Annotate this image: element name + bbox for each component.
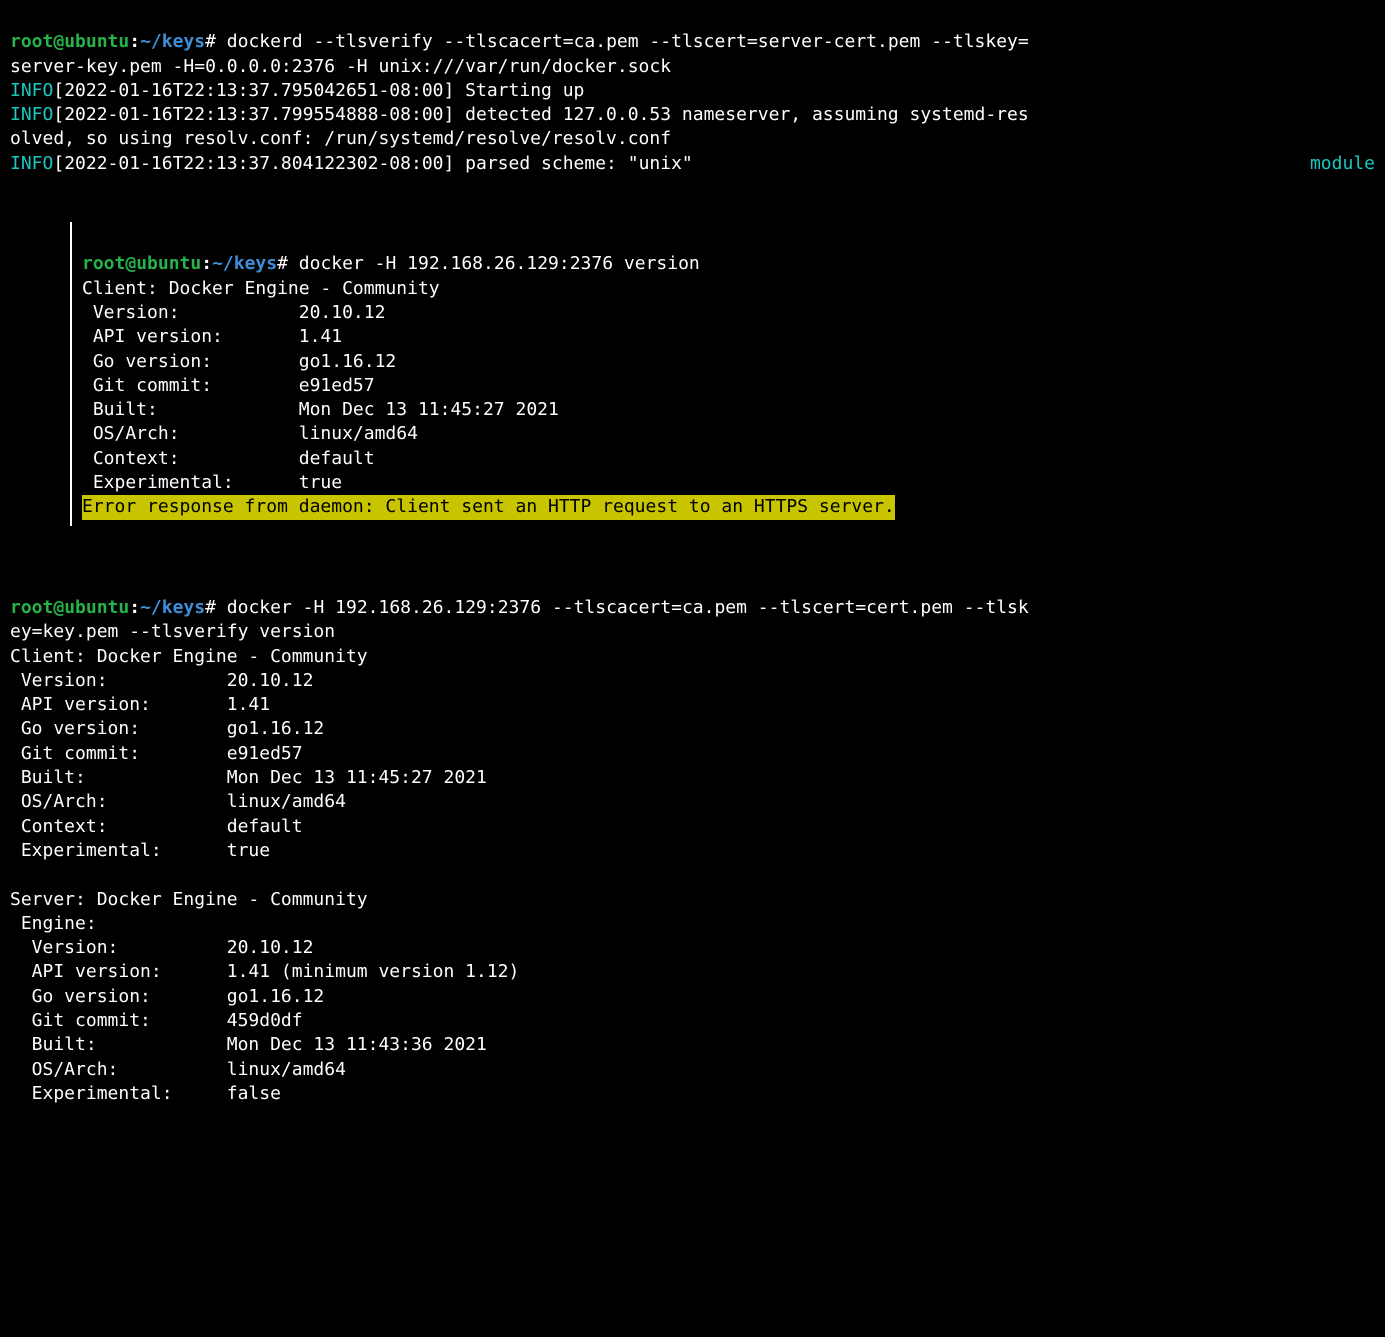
prompt-user: root <box>10 31 53 52</box>
terminal-block-3[interactable]: root@ubuntu:~/keys# docker -H 192.168.26… <box>0 566 1385 1113</box>
row-go: Go version: go1.16.12 <box>82 351 396 372</box>
error-line: Error response from daemon: Client sent … <box>82 495 895 519</box>
server-header: Server: Docker Engine - Community <box>10 889 368 910</box>
module-label: module <box>1310 152 1375 176</box>
cmd-line-2: ey=key.pem --tlsverify version <box>10 621 335 642</box>
server-api: API version: 1.41 (minimum version 1.12) <box>10 961 519 982</box>
client-git: Git commit: e91ed57 <box>10 743 303 764</box>
server-go: Go version: go1.16.12 <box>10 986 324 1007</box>
prompt-colon: : <box>129 597 140 618</box>
client-osarch: OS/Arch: linux/amd64 <box>10 791 346 812</box>
prompt-hash: # <box>205 31 216 52</box>
client-header: Client: Docker Engine - Community <box>82 278 440 299</box>
prompt-user: root <box>82 253 125 274</box>
prompt: root@ubuntu:~/keys# <box>82 253 288 274</box>
prompt-at: @ <box>53 31 64 52</box>
prompt-hash: # <box>277 253 288 274</box>
info-msg: parsed scheme: "unix" <box>465 153 693 174</box>
prompt: root@ubuntu:~/keys# <box>10 597 216 618</box>
prompt-host: ubuntu <box>64 31 129 52</box>
server-osarch: OS/Arch: linux/amd64 <box>10 1059 346 1080</box>
server-version: Version: 20.10.12 <box>10 937 313 958</box>
info-cont: olved, so using resolv.conf: /run/system… <box>10 128 671 149</box>
info-label: INFO <box>10 80 53 101</box>
prompt-hash: # <box>205 597 216 618</box>
prompt-user: root <box>10 597 53 618</box>
server-built: Built: Mon Dec 13 11:43:36 2021 <box>10 1034 487 1055</box>
cmd-line-2: server-key.pem -H=0.0.0.0:2376 -H unix:/… <box>10 56 671 77</box>
prompt: root@ubuntu:~/keys# <box>10 31 216 52</box>
info-ts: [2022-01-16T22:13:37.804122302-08:00] <box>53 153 465 174</box>
prompt-colon: : <box>129 31 140 52</box>
engine-header: Engine: <box>10 913 97 934</box>
prompt-path: ~/keys <box>140 597 205 618</box>
client-api: API version: 1.41 <box>10 694 270 715</box>
prompt-path: ~/keys <box>140 31 205 52</box>
row-experimental: Experimental: true <box>82 472 342 493</box>
row-osarch: OS/Arch: linux/amd64 <box>82 423 418 444</box>
info-ts: [2022-01-16T22:13:37.799554888-08:00] <box>53 104 465 125</box>
prompt-at: @ <box>53 597 64 618</box>
client-built: Built: Mon Dec 13 11:45:27 2021 <box>10 767 487 788</box>
row-git: Git commit: e91ed57 <box>82 375 375 396</box>
prompt-colon: : <box>201 253 212 274</box>
info-msg: detected 127.0.0.53 nameserver, assuming… <box>465 104 1029 125</box>
cmd-line: docker -H 192.168.26.129:2376 version <box>288 253 700 274</box>
server-experimental: Experimental: false <box>10 1083 281 1104</box>
info-label: INFO <box>10 153 53 174</box>
prompt-host: ubuntu <box>64 597 129 618</box>
terminal-block-1[interactable]: root@ubuntu:~/keys# dockerd --tlsverify … <box>0 0 1385 182</box>
info-ts: [2022-01-16T22:13:37.795042651-08:00] <box>53 80 465 101</box>
prompt-path: ~/keys <box>212 253 277 274</box>
cmd-line-1: docker -H 192.168.26.129:2376 --tlscacer… <box>216 597 1029 618</box>
row-context: Context: default <box>82 448 375 469</box>
row-version: Version: 20.10.12 <box>82 302 385 323</box>
client-experimental: Experimental: true <box>10 840 270 861</box>
info-label: INFO <box>10 104 53 125</box>
server-git: Git commit: 459d0df <box>10 1010 303 1031</box>
cmd-line-1: dockerd --tlsverify --tlscacert=ca.pem -… <box>216 31 1029 52</box>
client-context: Context: default <box>10 816 303 837</box>
info-msg: Starting up <box>465 80 584 101</box>
prompt-host: ubuntu <box>136 253 201 274</box>
client-header: Client: Docker Engine - Community <box>10 646 368 667</box>
client-version: Version: 20.10.12 <box>10 670 313 691</box>
row-api: API version: 1.41 <box>82 326 342 347</box>
row-built: Built: Mon Dec 13 11:45:27 2021 <box>82 399 559 420</box>
client-go: Go version: go1.16.12 <box>10 718 324 739</box>
prompt-at: @ <box>125 253 136 274</box>
terminal-block-2[interactable]: root@ubuntu:~/keys# docker -H 192.168.26… <box>70 222 1080 526</box>
